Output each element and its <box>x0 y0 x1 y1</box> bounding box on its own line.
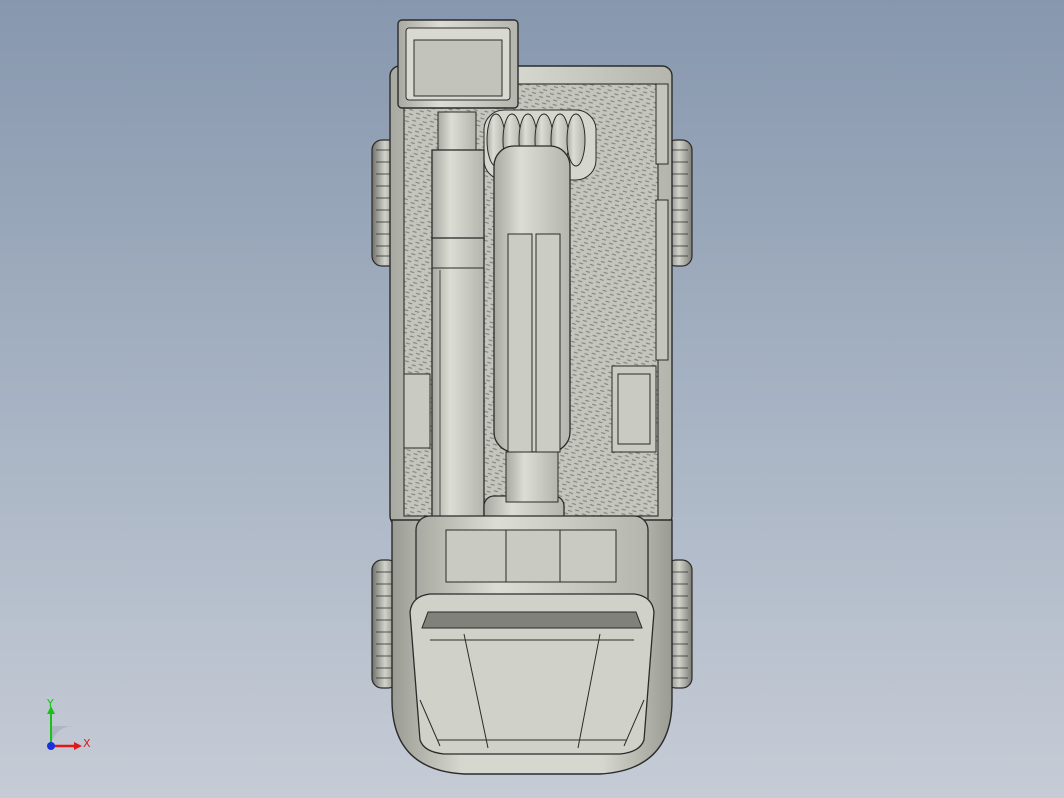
z-axis-dot <box>47 742 55 750</box>
graphics-viewport[interactable]: Y X <box>0 0 1064 798</box>
truck-crane-model[interactable] <box>0 0 1064 798</box>
truck-cab <box>391 515 673 775</box>
crane-turret-box <box>397 19 519 109</box>
x-axis-label: X <box>83 737 91 750</box>
boom-arm-left <box>431 111 485 545</box>
y-axis-label: Y <box>47 697 54 710</box>
coordinate-triad: Y X <box>38 698 98 758</box>
